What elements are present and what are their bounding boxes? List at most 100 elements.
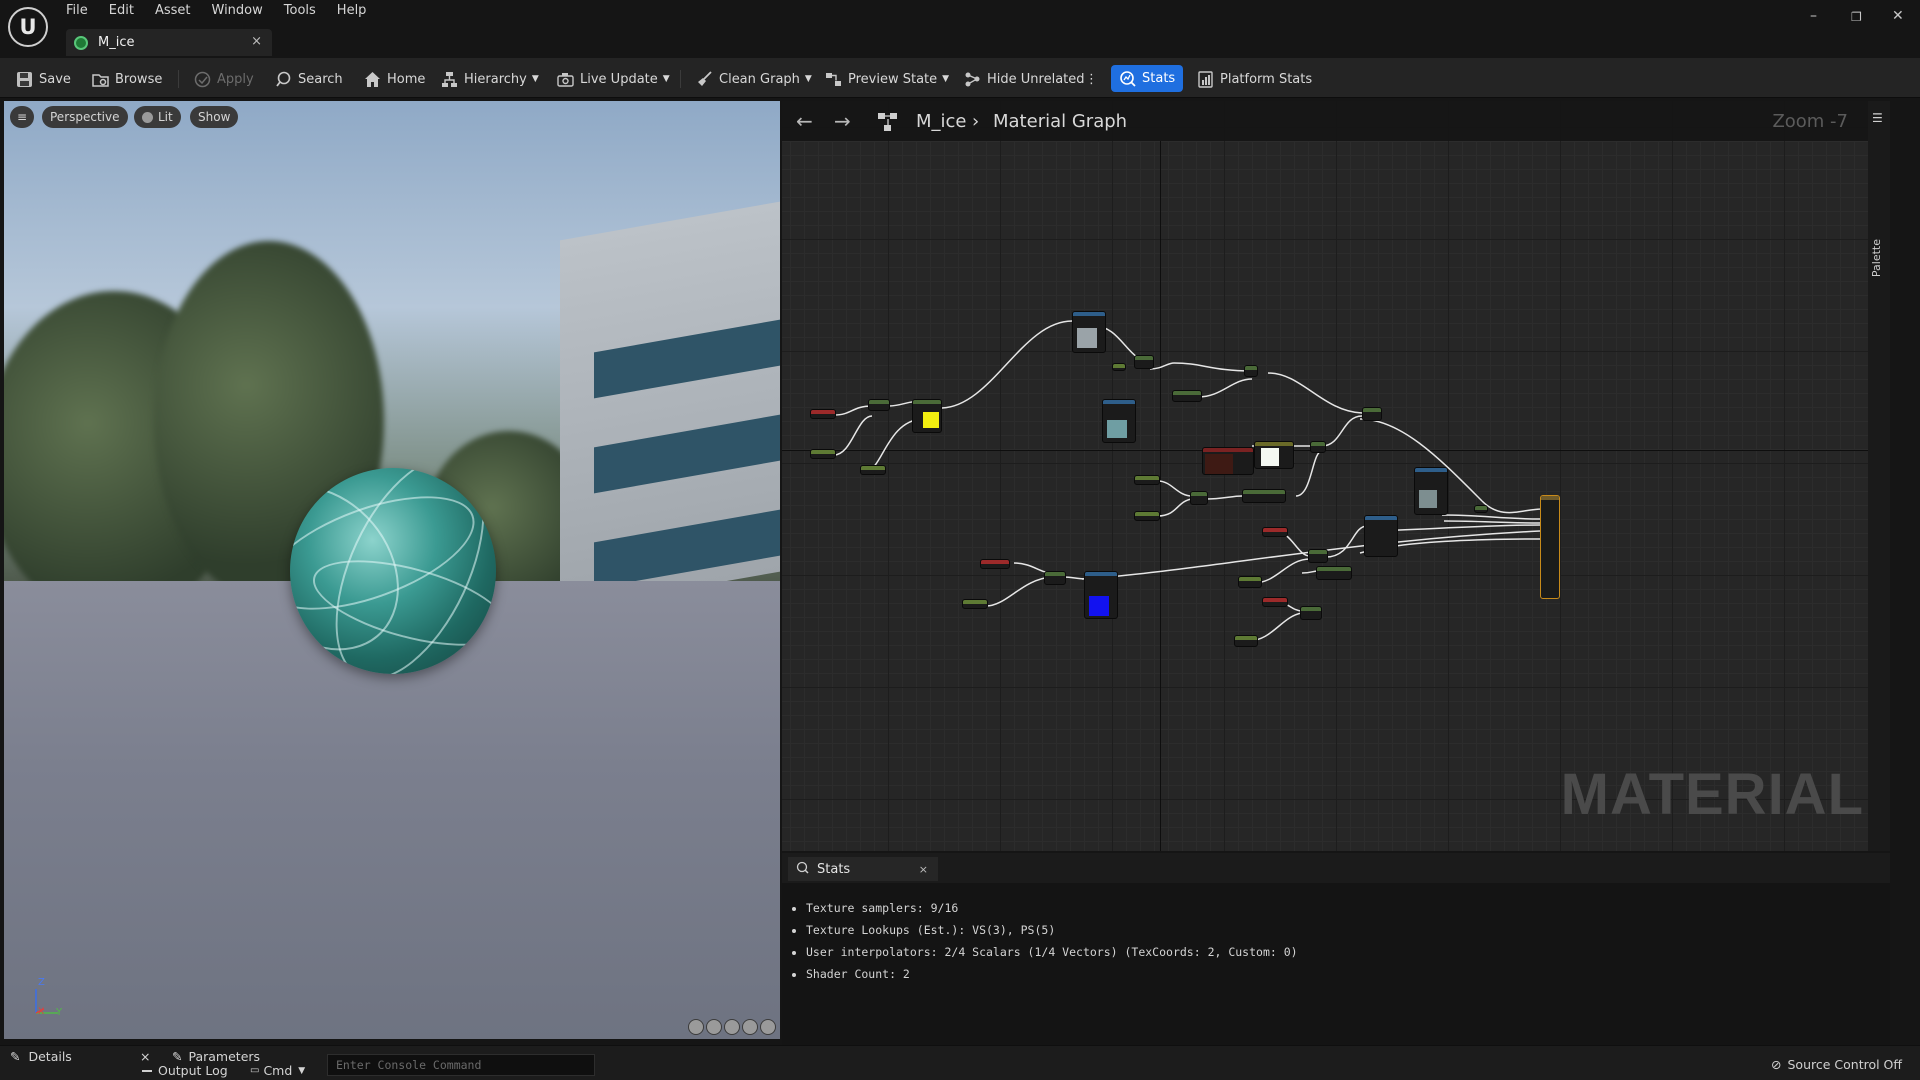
stats-toggle-button[interactable]: Stats bbox=[1111, 65, 1184, 92]
close-window-button[interactable]: ✕ bbox=[1892, 8, 1904, 24]
toolbar: Save Browse Apply Search Home Hierarchy … bbox=[0, 58, 1920, 98]
graph-node-texture-sample[interactable] bbox=[1414, 467, 1448, 515]
graph-node-math[interactable] bbox=[1134, 355, 1154, 369]
graph-node-parameter[interactable] bbox=[1262, 597, 1288, 607]
preview-custom-mesh-icon[interactable] bbox=[760, 1019, 776, 1035]
preview-sphere-icon[interactable] bbox=[706, 1019, 722, 1035]
preview-cylinder-icon[interactable] bbox=[688, 1019, 704, 1035]
preview-state-dropdown[interactable]: Preview State ▼ bbox=[825, 67, 949, 91]
graph-node-constant[interactable] bbox=[860, 465, 886, 475]
graph-node-material-output[interactable] bbox=[1540, 495, 1560, 599]
graph-node-math[interactable] bbox=[1172, 390, 1202, 402]
zoom-level: Zoom -7 bbox=[1772, 111, 1848, 132]
menu-window[interactable]: Window bbox=[212, 3, 263, 21]
platform-stats-label: Platform Stats bbox=[1220, 71, 1313, 87]
back-arrow-icon[interactable]: ← bbox=[796, 109, 813, 133]
close-details-icon[interactable]: × bbox=[140, 1049, 150, 1064]
clean-graph-dropdown[interactable]: Clean Graph ▼ bbox=[696, 67, 812, 91]
source-control-status[interactable]: ⊘ Source Control Off bbox=[1771, 1057, 1902, 1072]
minimize-button[interactable]: – bbox=[1810, 8, 1817, 24]
graph-node-constant[interactable] bbox=[1238, 576, 1262, 588]
lit-mode-button[interactable]: Lit bbox=[134, 106, 181, 128]
menu-file[interactable]: File bbox=[66, 3, 88, 21]
unreal-logo-icon[interactable]: U bbox=[8, 7, 48, 47]
graph-node-color-yellow[interactable] bbox=[912, 399, 942, 433]
menu-asset[interactable]: Asset bbox=[155, 3, 191, 21]
platform-stats-button[interactable]: Platform Stats bbox=[1197, 67, 1312, 91]
parameters-label: Parameters bbox=[188, 1049, 261, 1064]
graph-node-constant[interactable] bbox=[1234, 635, 1258, 647]
graph-node-math[interactable] bbox=[1308, 549, 1328, 563]
live-update-icon bbox=[557, 71, 574, 88]
graph-node-math[interactable] bbox=[1474, 505, 1488, 513]
forward-arrow-icon[interactable]: → bbox=[834, 109, 851, 133]
preview-plane-icon[interactable] bbox=[724, 1019, 740, 1035]
graph-node-constant[interactable] bbox=[810, 449, 836, 459]
axis-z-label: Z bbox=[38, 977, 45, 988]
palette-sidebar[interactable]: ☰ Palette bbox=[1868, 101, 1890, 851]
close-stats-icon[interactable]: × bbox=[919, 863, 928, 876]
menu-help[interactable]: Help bbox=[337, 3, 367, 21]
graph-node-parameter[interactable] bbox=[980, 559, 1010, 569]
output-log-button[interactable]: Output Log bbox=[142, 1063, 228, 1078]
graph-node-math[interactable] bbox=[1362, 407, 1382, 421]
document-tab-m-ice[interactable]: M_ice × bbox=[66, 29, 272, 56]
graph-node-texture-sample[interactable] bbox=[1364, 515, 1398, 557]
search-button[interactable]: Search bbox=[275, 67, 343, 91]
graph-icon bbox=[878, 113, 898, 135]
home-button[interactable]: Home bbox=[364, 67, 425, 91]
palette-menu-icon[interactable]: ☰ bbox=[1872, 111, 1883, 125]
graph-node-vector-parameter[interactable] bbox=[1202, 447, 1254, 475]
hierarchy-dropdown[interactable]: Hierarchy ▼ bbox=[441, 67, 539, 91]
cmd-label: Cmd bbox=[263, 1063, 293, 1078]
live-update-dropdown[interactable]: Live Update ▼ bbox=[557, 67, 670, 91]
graph-node-texture-sample[interactable] bbox=[1072, 311, 1106, 353]
graph-node-math[interactable] bbox=[1242, 489, 1286, 503]
folder-search-icon bbox=[92, 71, 109, 88]
hierarchy-label: Hierarchy bbox=[464, 71, 527, 87]
preview-viewport[interactable]: ≡ Perspective Lit Show Z X Y bbox=[4, 101, 780, 1039]
restore-button[interactable]: ❐ bbox=[1851, 10, 1862, 24]
palette-tab[interactable]: Palette bbox=[1870, 239, 1883, 277]
graph-node-constant[interactable] bbox=[962, 599, 988, 609]
live-update-label: Live Update bbox=[580, 71, 658, 87]
material-graph-canvas[interactable]: ← → M_ice › Material Graph Zoom -7 MATER… bbox=[782, 101, 1890, 851]
menu-edit[interactable]: Edit bbox=[109, 3, 134, 21]
cmd-dropdown[interactable]: ▭ Cmd ▼ bbox=[250, 1063, 305, 1078]
perspective-button[interactable]: Perspective bbox=[42, 106, 128, 128]
graph-node-color-white[interactable] bbox=[1254, 441, 1294, 469]
chevron-down-icon: ▼ bbox=[531, 74, 539, 84]
graph-node-math[interactable] bbox=[1190, 491, 1208, 505]
breadcrumb-asset[interactable]: M_ice bbox=[916, 111, 967, 132]
details-tab[interactable]: ✎ Details bbox=[10, 1049, 72, 1064]
preview-cube-icon[interactable] bbox=[742, 1019, 758, 1035]
material-preview-sphere bbox=[290, 468, 496, 674]
hide-unrelated-icon bbox=[964, 71, 981, 88]
graph-node-math[interactable] bbox=[1310, 441, 1326, 453]
graph-node-parameter[interactable] bbox=[810, 409, 836, 419]
graph-node-texture-sample[interactable] bbox=[1102, 399, 1136, 443]
hide-unrelated-button[interactable]: Hide Unrelated bbox=[964, 67, 1085, 91]
parameters-tab[interactable]: ✎ Parameters bbox=[172, 1049, 260, 1064]
show-button[interactable]: Show bbox=[190, 106, 239, 128]
graph-node-math[interactable] bbox=[1316, 566, 1352, 580]
graph-node-color-blue[interactable] bbox=[1084, 571, 1118, 619]
browse-button[interactable]: Browse bbox=[92, 67, 162, 91]
graph-node-constant[interactable] bbox=[1134, 511, 1160, 521]
graph-node-constant[interactable] bbox=[1134, 475, 1160, 485]
graph-node-constant[interactable] bbox=[1112, 363, 1126, 371]
save-button[interactable]: Save bbox=[16, 67, 71, 91]
viewport-options-button[interactable]: ≡ bbox=[10, 106, 34, 128]
graph-node-math[interactable] bbox=[1244, 365, 1258, 377]
menu-tools[interactable]: Tools bbox=[284, 3, 316, 21]
axis-gizmo: Z X Y bbox=[30, 977, 70, 1019]
graph-node-parameter[interactable] bbox=[1262, 527, 1288, 537]
console-input[interactable]: Enter Console Command bbox=[327, 1054, 595, 1076]
close-tab-icon[interactable]: × bbox=[251, 34, 262, 49]
graph-node-math[interactable] bbox=[1300, 606, 1322, 620]
more-options-button[interactable]: ⋮ bbox=[1085, 67, 1098, 91]
stats-tab[interactable]: Stats × bbox=[788, 857, 938, 881]
apply-button[interactable]: Apply bbox=[194, 67, 254, 91]
graph-node-math[interactable] bbox=[1044, 571, 1066, 585]
graph-node-math[interactable] bbox=[868, 399, 890, 411]
